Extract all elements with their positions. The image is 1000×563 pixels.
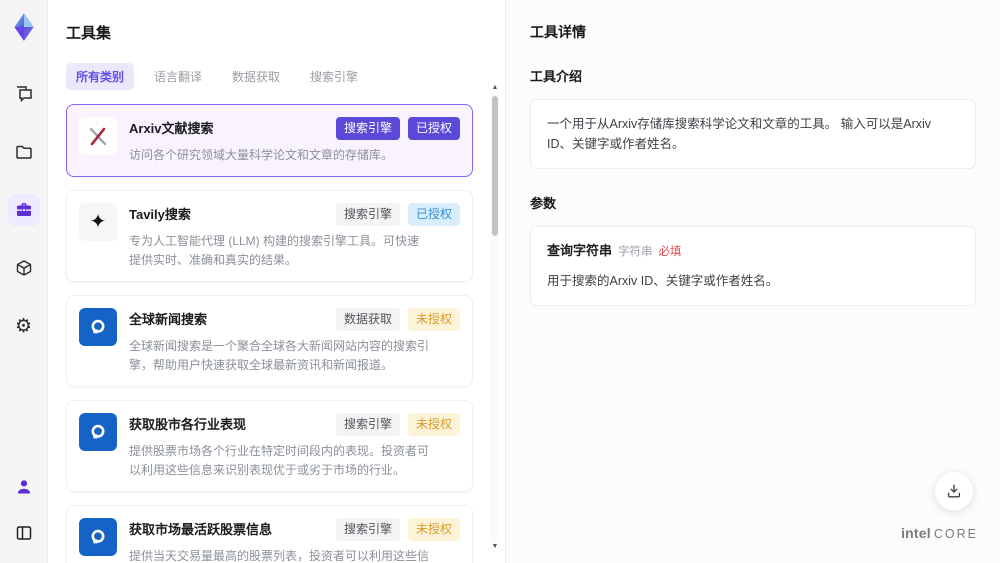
card-body: Tavily搜索 搜索引擎 已授权 专为人工智能代理 (LLM) 构建的搜索引擎… xyxy=(129,203,460,269)
news-q-glyph xyxy=(91,320,105,334)
tool-name: Arxiv文献搜索 xyxy=(129,121,214,136)
tool-description: 专为人工智能代理 (LLM) 构建的搜索引擎工具。可快速提供实时、准确和真实的结… xyxy=(129,234,420,267)
auth-status-badge: 未授权 xyxy=(407,413,460,437)
download-icon xyxy=(947,484,961,498)
card-head: Arxiv文献搜索 搜索引擎 已授权 xyxy=(129,117,460,140)
tool-card-tavily[interactable]: ✦ Tavily搜索 搜索引擎 已授权 专为人工智能代理 (LLM) 构建的搜索… xyxy=(66,190,473,283)
tool-list-panel: 工具集 所有类别 语言翻译 数据获取 搜索引擎 Arxiv文献搜索 搜索引擎 已… xyxy=(48,0,505,563)
auth-status-badge: 未授权 xyxy=(407,518,460,542)
category-tag: 搜索引擎 xyxy=(335,203,400,227)
sidebar-item-package[interactable] xyxy=(8,252,40,284)
scroll-down-arrow-icon[interactable]: ▼ xyxy=(492,543,499,551)
list-scrollbar[interactable]: ▲ ▼ xyxy=(490,84,500,551)
sidebar-bottom xyxy=(8,471,40,549)
card-head: 获取市场最活跃股票信息 搜索引擎 未授权 xyxy=(129,518,460,542)
card-head: Tavily搜索 搜索引擎 已授权 xyxy=(129,203,460,227)
sidebar-item-collapse[interactable] xyxy=(8,517,40,549)
auth-status-badge: 已授权 xyxy=(407,203,460,227)
arxiv-chi-glyph xyxy=(89,127,107,146)
tool-detail-panel: 工具详情 工具介绍 一个用于从Arxiv存储库搜索科学论文和文章的工具。 输入可… xyxy=(505,0,1000,563)
news-logo-icon xyxy=(79,413,117,452)
tool-card-active-stocks[interactable]: 获取市场最活跃股票信息 搜索引擎 未授权 提供当天交易量最高的股票列表，投资者可… xyxy=(66,505,473,563)
scrollbar-thumb[interactable] xyxy=(492,96,498,236)
tag-row: 搜索引擎 未授权 xyxy=(335,518,460,542)
sidebar-item-chat[interactable] xyxy=(8,78,40,110)
parameter-description: 用于搜索的Arxiv ID、关键字或作者姓名。 xyxy=(547,273,779,288)
category-tag: 搜索引擎 xyxy=(335,518,400,542)
sidebar-item-user[interactable] xyxy=(8,471,40,503)
tab-data-acquisition[interactable]: 数据获取 xyxy=(222,63,290,90)
params-heading: 参数 xyxy=(530,196,557,211)
intro-heading: 工具介绍 xyxy=(530,69,583,84)
tool-description: 访问各个研究领域大量科学论文和文章的存储库。 xyxy=(129,147,394,162)
card-body: Arxiv文献搜索 搜索引擎 已授权 访问各个研究领域大量科学论文和文章的存储库… xyxy=(129,117,460,164)
tab-language-translation[interactable]: 语言翻译 xyxy=(144,63,212,90)
news-q-glyph xyxy=(91,425,105,439)
tool-card-list: Arxiv文献搜索 搜索引擎 已授权 访问各个研究领域大量科学论文和文章的存储库… xyxy=(66,104,479,563)
tab-search-engine[interactable]: 搜索引擎 xyxy=(300,63,368,90)
card-body: 获取股市各行业表现 搜索引擎 未授权 提供股票市场各个行业在特定时间段内的表现。… xyxy=(129,413,460,479)
category-tag: 搜索引擎 xyxy=(335,413,400,437)
sidebar-item-folder[interactable] xyxy=(8,136,40,168)
chat-icon xyxy=(16,86,32,103)
detail-title: 工具详情 xyxy=(530,24,586,40)
download-button[interactable] xyxy=(934,471,974,511)
auth-status-badge: 未授权 xyxy=(407,308,460,332)
panel-collapse-icon xyxy=(16,526,31,540)
briefcase-icon xyxy=(16,203,31,216)
tool-name: Tavily搜索 xyxy=(129,207,191,223)
sidebar-nav: ⚙ xyxy=(7,78,40,342)
scroll-up-arrow-icon[interactable]: ▲ xyxy=(492,84,499,92)
tavily-logo-icon: ✦ xyxy=(79,203,117,242)
category-tabs: 所有类别 语言翻译 数据获取 搜索引擎 xyxy=(66,63,479,90)
page-title: 工具集 xyxy=(66,25,112,42)
tag-row: 搜索引擎 已授权 xyxy=(335,203,460,227)
tool-name: 获取股市各行业表现 xyxy=(129,417,247,433)
gear-icon: ⚙ xyxy=(14,315,33,337)
tag-row: 搜索引擎 未授权 xyxy=(335,413,460,437)
parameter-name: 查询字符串 xyxy=(547,243,613,258)
tool-card-arxiv[interactable]: Arxiv文献搜索 搜索引擎 已授权 访问各个研究领域大量科学论文和文章的存储库… xyxy=(66,104,473,178)
auth-status-badge: 已授权 xyxy=(407,117,460,140)
tool-name: 全球新闻搜索 xyxy=(129,312,208,328)
tool-card-sector-performance[interactable]: 获取股市各行业表现 搜索引擎 未授权 提供股票市场各个行业在特定时间段内的表现。… xyxy=(66,400,473,493)
parameter-header: 查询字符串 字符串 必填 xyxy=(547,241,959,262)
tool-card-global-news[interactable]: 全球新闻搜索 数据获取 未授权 全球新闻搜索是一个聚合全球各大新闻网站内容的搜索… xyxy=(66,295,473,388)
card-head: 全球新闻搜索 数据获取 未授权 xyxy=(129,308,460,332)
tool-intro-box: 一个用于从Arxiv存储库搜索科学论文和文章的工具。 输入可以是Arxiv ID… xyxy=(530,99,976,169)
news-logo-icon xyxy=(79,308,117,347)
card-body: 获取市场最活跃股票信息 搜索引擎 未授权 提供当天交易量最高的股票列表，投资者可… xyxy=(129,518,460,563)
tool-description: 提供股票市场各个行业在特定时间段内的表现。投资者可以利用这些信息来识别表现优于或… xyxy=(129,444,430,477)
news-q-glyph xyxy=(91,530,105,544)
user-icon xyxy=(17,480,30,494)
app-logo[interactable] xyxy=(7,10,41,44)
cube-icon xyxy=(16,260,31,276)
brand-intel: intel xyxy=(901,525,931,541)
card-head: 获取股市各行业表现 搜索引擎 未授权 xyxy=(129,413,460,437)
tab-all-categories[interactable]: 所有类别 xyxy=(66,63,135,90)
card-body: 全球新闻搜索 数据获取 未授权 全球新闻搜索是一个聚合全球各大新闻网站内容的搜索… xyxy=(129,308,460,374)
brand-core: CORE xyxy=(933,527,978,541)
tool-intro-text: 一个用于从Arxiv存储库搜索科学论文和文章的工具。 输入可以是Arxiv ID… xyxy=(547,117,932,151)
parameter-box: 查询字符串 字符串 必填 用于搜索的Arxiv ID、关键字或作者姓名。 xyxy=(530,226,976,306)
sparkle-icon: ✦ xyxy=(89,211,107,234)
intel-core-logo: intel CORE xyxy=(901,525,978,541)
left-sidebar: ⚙ xyxy=(0,0,48,563)
tag-row: 搜索引擎 已授权 xyxy=(335,117,460,140)
arxiv-logo-icon xyxy=(79,117,117,155)
category-tag: 搜索引擎 xyxy=(335,117,400,140)
parameter-type: 字符串 xyxy=(618,246,653,258)
tag-row: 数据获取 未授权 xyxy=(335,308,460,332)
tool-description: 提供当天交易量最高的股票列表，投资者可以利用这些信息来识别流动性强的股票和潜在的… xyxy=(129,549,430,563)
diamond-logo-icon xyxy=(13,13,34,41)
news-logo-icon xyxy=(79,518,117,557)
sidebar-item-settings[interactable]: ⚙ xyxy=(8,310,40,342)
tool-description: 全球新闻搜索是一个聚合全球各大新闻网站内容的搜索引擎，帮助用户快速获取全球最新资… xyxy=(129,339,430,372)
tool-name: 获取市场最活跃股票信息 xyxy=(129,522,273,538)
folder-icon xyxy=(15,145,32,159)
parameter-required-label: 必填 xyxy=(658,246,682,258)
scrollbar-track[interactable] xyxy=(491,92,499,543)
category-tag: 数据获取 xyxy=(335,308,400,332)
sidebar-item-toolbox[interactable] xyxy=(7,194,40,226)
